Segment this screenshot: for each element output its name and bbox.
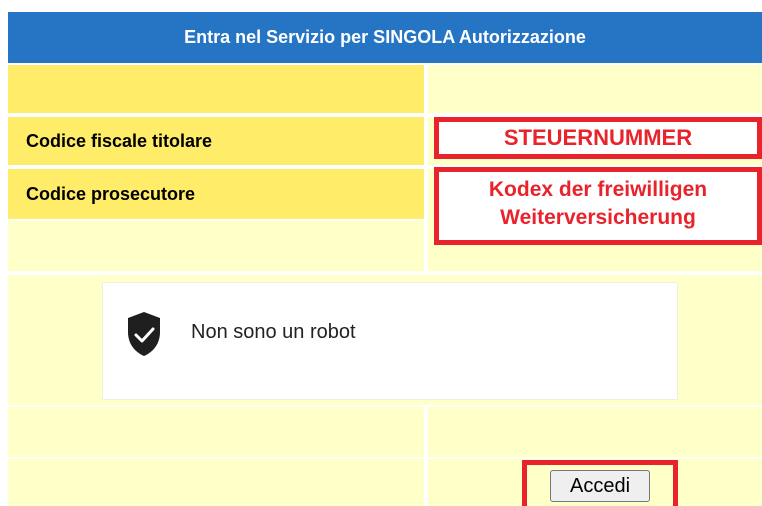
form-title: Entra nel Servizio per SINGOLA Autorizza… [8,12,762,63]
bottom-left-cell [8,407,424,457]
kodex-text-line2: Weiterversicherung [500,206,696,229]
accedi-button[interactable]: Accedi [550,470,650,502]
codice-prosecutore-label: Codice prosecutore [8,169,424,219]
shield-check-icon [128,312,160,356]
kodex-text-line1: Kodex der freiwilligen [488,178,708,201]
steuernummer-text: STEUERNUMMER [503,125,693,150]
bottom-right-cell [428,407,762,457]
submit-left-cell [8,459,424,506]
spacer-cell [8,221,424,271]
empty-label-cell [8,65,424,113]
empty-value-cell [428,65,762,113]
captcha-widget[interactable]: Non sono un robot [102,282,678,400]
steuernummer-annotation: STEUERNUMMER [434,117,762,159]
captcha-label: Non sono un robot [191,321,356,343]
codice-fiscale-label: Codice fiscale titolare [8,117,424,165]
kodex-annotation: Kodex der freiwilligen Weiterversicherun… [434,167,762,245]
